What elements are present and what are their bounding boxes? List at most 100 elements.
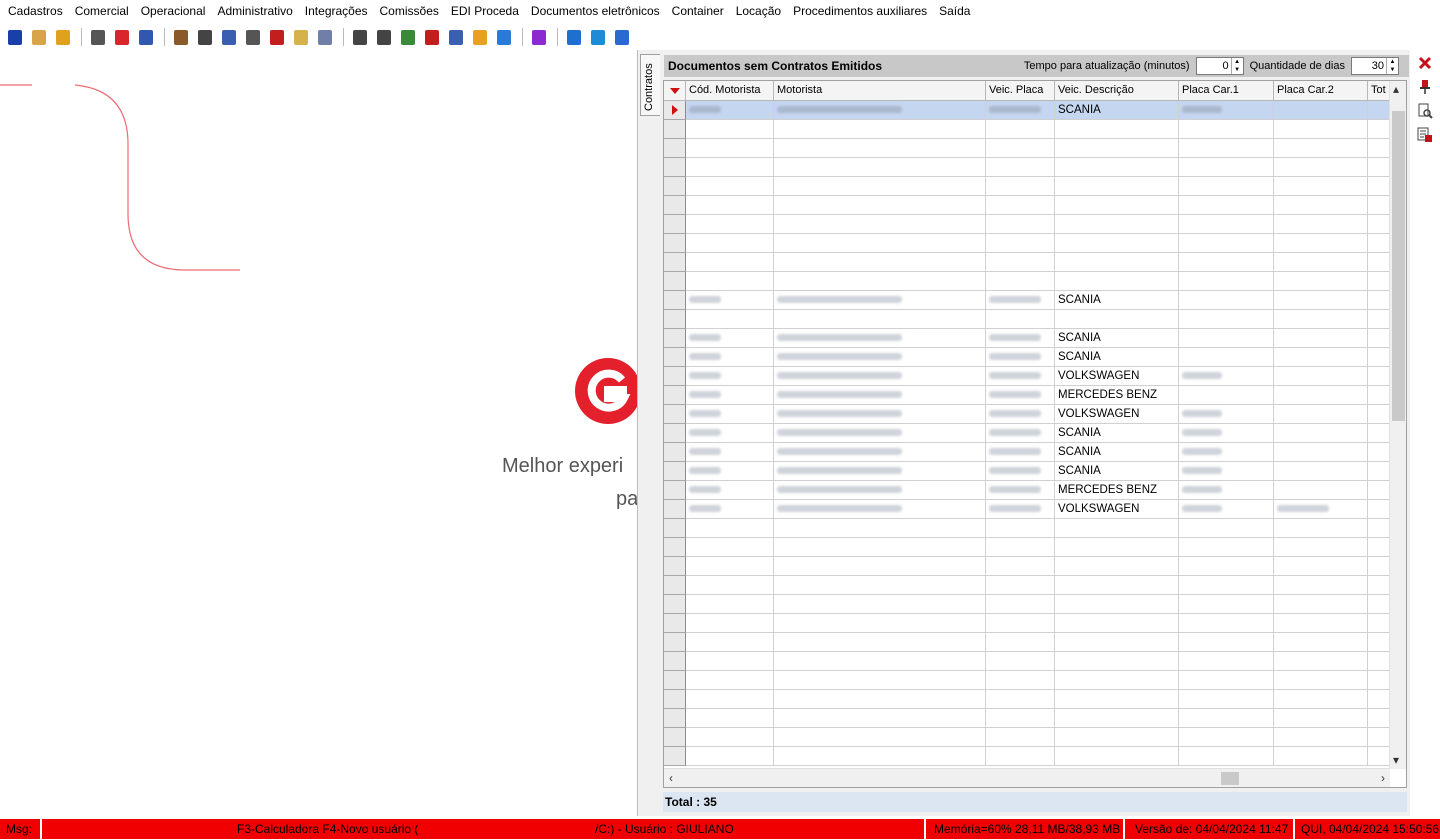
column-header[interactable]: Cód. Motorista	[686, 81, 774, 101]
menu-item[interactable]: Procedimentos auxiliares	[787, 0, 933, 22]
table-row[interactable]: SCANIA	[664, 329, 1400, 348]
spinner-arrows[interactable]: ▲ ▼	[1386, 58, 1398, 74]
table-row[interactable]	[664, 253, 1400, 272]
row-indicator[interactable]	[664, 557, 686, 576]
window-button[interactable]	[52, 26, 74, 48]
row-indicator[interactable]	[664, 291, 686, 310]
row-indicator[interactable]	[664, 272, 686, 291]
row-indicator[interactable]	[664, 595, 686, 614]
table-row[interactable]	[664, 614, 1400, 633]
row-indicator[interactable]	[664, 443, 686, 462]
bell-button[interactable]	[493, 26, 515, 48]
row-indicator[interactable]	[664, 500, 686, 519]
row-indicator[interactable]	[664, 728, 686, 747]
report-button[interactable]	[373, 26, 395, 48]
table-row[interactable]	[664, 177, 1400, 196]
table-row[interactable]	[664, 158, 1400, 177]
row-indicator[interactable]	[664, 253, 686, 272]
pie-chart-button[interactable]	[469, 26, 491, 48]
row-indicator[interactable]	[664, 652, 686, 671]
row-indicator[interactable]	[664, 310, 686, 329]
table-row[interactable]	[664, 519, 1400, 538]
table-row[interactable]	[664, 709, 1400, 728]
print-button[interactable]	[445, 26, 467, 48]
printer-list-button[interactable]	[242, 26, 264, 48]
table-row[interactable]: SCANIA	[664, 291, 1400, 310]
preview-icon[interactable]	[1414, 100, 1436, 122]
horizontal-scrollbar[interactable]: ‹ ›	[664, 768, 1390, 787]
table-row[interactable]: VOLKSWAGEN	[664, 405, 1400, 424]
menu-item[interactable]: Administrativo	[211, 0, 298, 22]
table-row[interactable]	[664, 272, 1400, 291]
row-indicator[interactable]	[664, 196, 686, 215]
refresh-minutes-spinner[interactable]: 0 ▲ ▼	[1195, 57, 1244, 75]
column-header[interactable]: Placa Car.2	[1274, 81, 1368, 101]
row-indicator[interactable]	[664, 367, 686, 386]
column-header[interactable]: Veic. Placa	[986, 81, 1055, 101]
row-indicator[interactable]	[664, 481, 686, 500]
table-row[interactable]	[664, 215, 1400, 234]
vertical-scrollbar[interactable]: ▴ ▾	[1389, 81, 1406, 769]
row-indicator[interactable]	[664, 690, 686, 709]
table-row[interactable]	[664, 557, 1400, 576]
row-indicator[interactable]	[664, 747, 686, 766]
users-button[interactable]	[28, 26, 50, 48]
menu-item[interactable]: Comercial	[69, 0, 135, 22]
table-row[interactable]: SCANIA	[664, 348, 1400, 367]
vertical-scroll-thumb[interactable]	[1392, 111, 1405, 421]
scroll-left-icon[interactable]: ‹	[669, 771, 673, 785]
row-indicator[interactable]	[664, 348, 686, 367]
table-row[interactable]: SCANIA	[664, 443, 1400, 462]
table-row[interactable]: MERCEDES BENZ	[664, 481, 1400, 500]
documents-button[interactable]	[218, 26, 240, 48]
report-chart-button[interactable]	[397, 26, 419, 48]
report-export-button[interactable]	[421, 26, 443, 48]
close-icon[interactable]	[1414, 52, 1436, 74]
row-indicator[interactable]	[664, 614, 686, 633]
menu-item[interactable]: EDI Proceda	[445, 0, 525, 22]
menu-item[interactable]: Integrações	[299, 0, 374, 22]
arrow-down-button[interactable]	[4, 26, 26, 48]
row-indicator[interactable]	[664, 424, 686, 443]
tools-button[interactable]	[563, 26, 585, 48]
app-logo-button[interactable]	[587, 26, 609, 48]
days-spinner[interactable]: 30 ▲ ▼	[1351, 57, 1399, 75]
table-row[interactable]: SCANIA	[664, 101, 1400, 120]
row-indicator[interactable]	[664, 177, 686, 196]
table-row[interactable]	[664, 120, 1400, 139]
scroll-down-icon[interactable]: ▾	[1393, 753, 1399, 767]
table-row[interactable]: MERCEDES BENZ	[664, 386, 1400, 405]
table-row[interactable]	[664, 576, 1400, 595]
table-row[interactable]: SCANIA	[664, 424, 1400, 443]
table-row[interactable]: SCANIA	[664, 462, 1400, 481]
clipboard-button[interactable]	[290, 26, 312, 48]
table-row[interactable]	[664, 196, 1400, 215]
row-indicator[interactable]	[664, 671, 686, 690]
menu-item[interactable]: Comissões	[374, 0, 445, 22]
table-row[interactable]	[664, 595, 1400, 614]
table-row[interactable]	[664, 747, 1400, 766]
pin-icon[interactable]	[1414, 76, 1436, 98]
row-indicator-header[interactable]	[664, 81, 686, 101]
scroll-up-icon[interactable]: ▴	[1393, 82, 1399, 96]
table-row[interactable]: VOLKSWAGEN	[664, 500, 1400, 519]
cube-button[interactable]	[266, 26, 288, 48]
row-indicator[interactable]	[664, 139, 686, 158]
parking-button[interactable]	[111, 26, 133, 48]
row-indicator[interactable]	[664, 120, 686, 139]
row-indicator[interactable]	[664, 576, 686, 595]
book-button[interactable]	[135, 26, 157, 48]
documents-grid[interactable]: Cód. Motorista Motorista Veic. Placa Veic. …	[663, 80, 1407, 788]
row-indicator[interactable]	[664, 462, 686, 481]
table-row[interactable]	[664, 652, 1400, 671]
menu-item[interactable]: Container	[666, 0, 730, 22]
table-row[interactable]	[664, 690, 1400, 709]
spinner-arrows[interactable]: ▲ ▼	[1230, 58, 1243, 74]
table-row[interactable]	[664, 310, 1400, 329]
row-indicator[interactable]	[664, 709, 686, 728]
menu-item[interactable]: Documentos eletrônicos	[525, 0, 666, 22]
menu-item[interactable]: Cadastros	[2, 0, 69, 22]
row-indicator[interactable]	[664, 538, 686, 557]
truck-button[interactable]	[170, 26, 192, 48]
row-indicator[interactable]	[664, 519, 686, 538]
